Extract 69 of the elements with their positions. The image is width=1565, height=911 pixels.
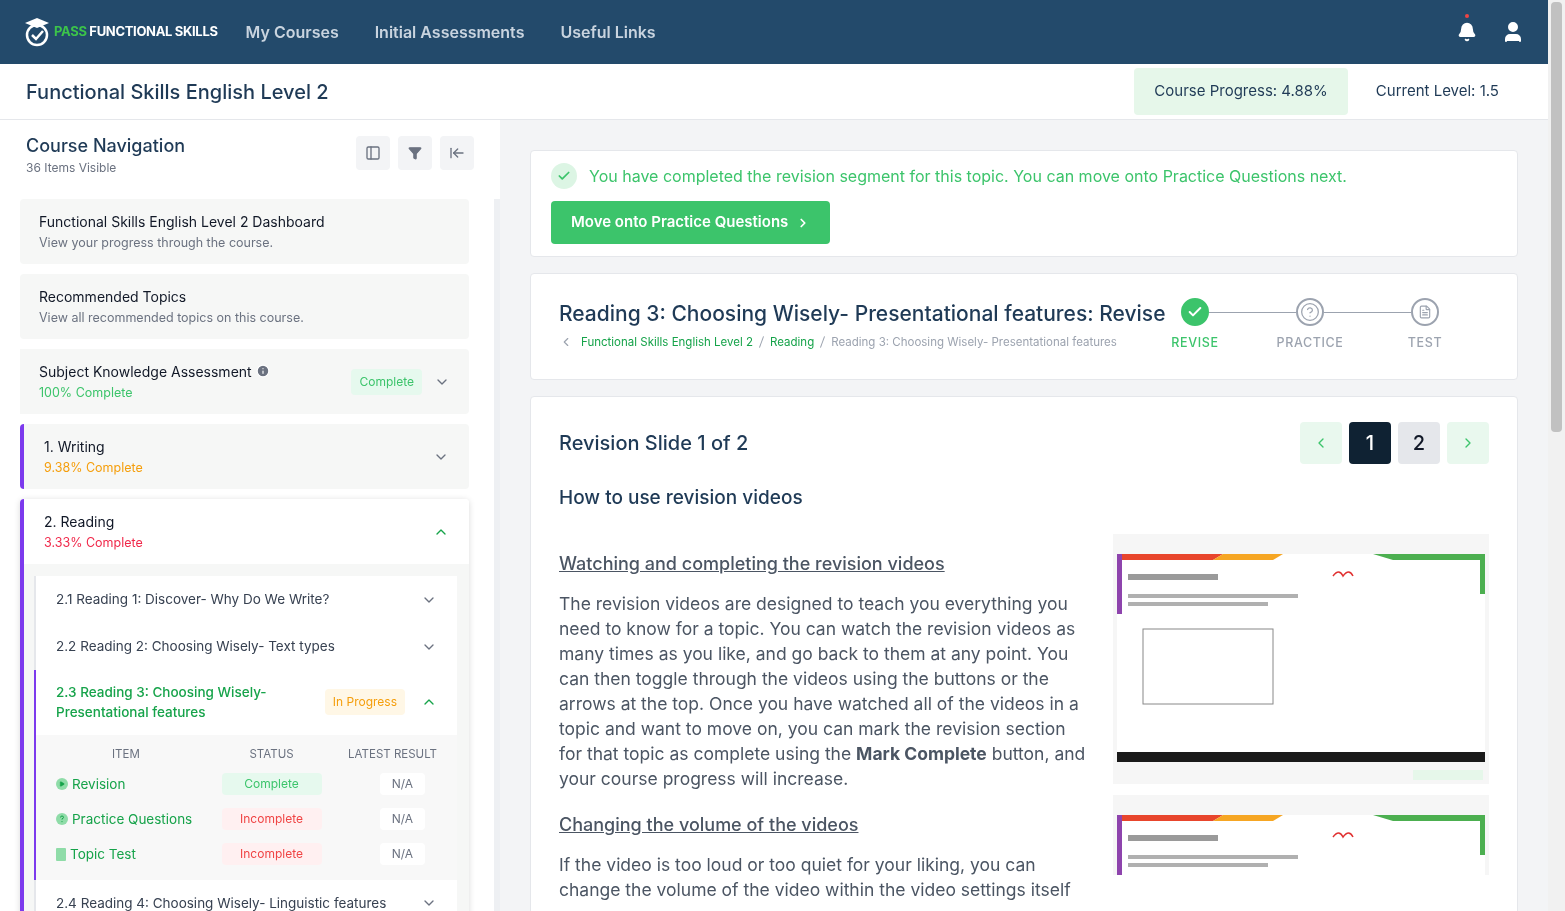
subtopic-title: 2.1 Reading 1: Discover- Why Do We Write? [56, 590, 330, 610]
slide-heading: How to use revision videos [559, 484, 804, 511]
section-title: 1. Writing [44, 436, 105, 457]
card-title: Functional Skills English Level 2 Dashboard [39, 211, 326, 232]
logo-icon [24, 17, 50, 47]
card-subtitle: View all recommended topics on this course. [39, 308, 305, 327]
page-button[interactable]: 1 [1349, 421, 1391, 464]
filter-icon [408, 146, 422, 160]
section-heading[interactable]: Watching and completing the revision videos [559, 550, 1089, 578]
nav-card[interactable]: Recommended Topics View all recommended topics on this course. [20, 274, 469, 339]
notification-icon[interactable] [1457, 22, 1477, 42]
status-badge: Incomplete [221, 843, 322, 865]
page-button[interactable]: 2 [1398, 421, 1440, 464]
topic-section-header[interactable]: 2. Reading 3.33% Complete [24, 499, 469, 564]
nav-link[interactable]: Initial Assessments [374, 20, 525, 44]
nav-link[interactable]: My Courses [245, 20, 339, 44]
section-paragraph: The revision videos are designed to teach you everything you need to know for a topic. You can watch the revision videos as many times as you like, and go back to them at any point. You can then toggle through the videos using the buttons or the arrows at the top. Once you have watched all of the videos in a topic and want to move on, you can mark the revision section for that topic as complete using the Mark Complete button, and your course progress will increase. [559, 592, 1087, 792]
step-label: PRACTICE [1276, 334, 1344, 352]
subtopic-title: 2.2 Reading 2: Choosing Wisely- Text types [56, 637, 335, 657]
section-progress: 3.33% Complete [44, 533, 143, 552]
subtopic-row[interactable]: 2.4 Reading 4: Choosing Wisely- Linguistic features [36, 879, 457, 911]
result-badge: N/A [379, 773, 425, 795]
check-icon [1181, 298, 1209, 326]
scrollbar[interactable] [1548, 0, 1565, 911]
collapse-icon [449, 145, 465, 161]
status-badge: Incomplete [221, 808, 322, 830]
course-title: Functional Skills English Level 2 [26, 78, 329, 106]
course-progress-badge: Course Progress: 4.88% [1134, 68, 1348, 115]
nav-card[interactable]: Functional Skills English Level 2 Dashboard View your progress through the course. [20, 199, 469, 264]
question-icon [56, 813, 68, 825]
column-header: STATUS [248, 745, 295, 763]
check-icon [551, 163, 577, 189]
subtopic-title: 2.3 Reading 3: Choosing Wisely- Presentational features [56, 683, 268, 723]
subtopic-title: 2.4 Reading 4: Choosing Wisely- Linguistic features [56, 893, 387, 911]
topic-title: Reading 3: Choosing Wisely- Presentational features: Revise [559, 300, 1166, 328]
step-label: TEST [1407, 334, 1443, 352]
subtopic-row[interactable]: 2.2 Reading 2: Choosing Wisely- Text types [36, 623, 457, 670]
topic-section-header[interactable]: Subject Knowledge Assessment 100% Complete Complete [20, 349, 469, 414]
slide-title: Revision Slide 1 of 2 [559, 429, 749, 457]
subtopic-row[interactable]: 2.1 Reading 1: Discover- Why Do We Write? [36, 576, 457, 623]
status-badge: Complete [351, 368, 422, 395]
column-header: ITEM [111, 745, 141, 763]
current-level: Current Level: 1.5 [1375, 80, 1499, 103]
play-icon [56, 778, 68, 790]
section-title: Subject Knowledge Assessment [39, 361, 252, 382]
collapse-button[interactable] [440, 136, 474, 170]
status-badge: Complete [221, 773, 322, 795]
items-count: 36 Items Visible [26, 159, 118, 177]
column-header: LATEST RESULT [347, 745, 437, 763]
section-progress: 9.38% Complete [44, 458, 143, 477]
result-badge: N/A [379, 808, 425, 830]
layout-button[interactable] [356, 136, 390, 170]
status-badge: In Progress [324, 689, 405, 716]
card-title: Recommended Topics [39, 286, 188, 307]
filter-button[interactable] [398, 136, 432, 170]
section-paragraph: If the video is too loud or too quiet for your liking, you can change the volume of the video within the video settings itself [559, 853, 1072, 903]
section-progress: 100% Complete [39, 383, 134, 402]
panel-title: Course Navigation [26, 134, 186, 158]
document-icon [56, 847, 66, 861]
panel-icon [365, 145, 381, 161]
card-subtitle: View your progress through the course. [39, 233, 275, 252]
topic-section-header[interactable]: 1. Writing 9.38% Complete [24, 424, 469, 489]
logo-text[interactable]: PASS FUNCTIONAL SKILLS [54, 22, 218, 42]
section-title: 2. Reading [44, 511, 115, 532]
alert-message: You have completed the revision segment for this topic. You can move onto Practice Questions next. [589, 165, 1347, 188]
section-heading[interactable]: Changing the volume of the videos [559, 811, 1089, 839]
step-label: REVISE [1171, 334, 1219, 352]
nav-link[interactable]: Useful Links [560, 20, 656, 44]
result-badge: N/A [379, 843, 425, 865]
